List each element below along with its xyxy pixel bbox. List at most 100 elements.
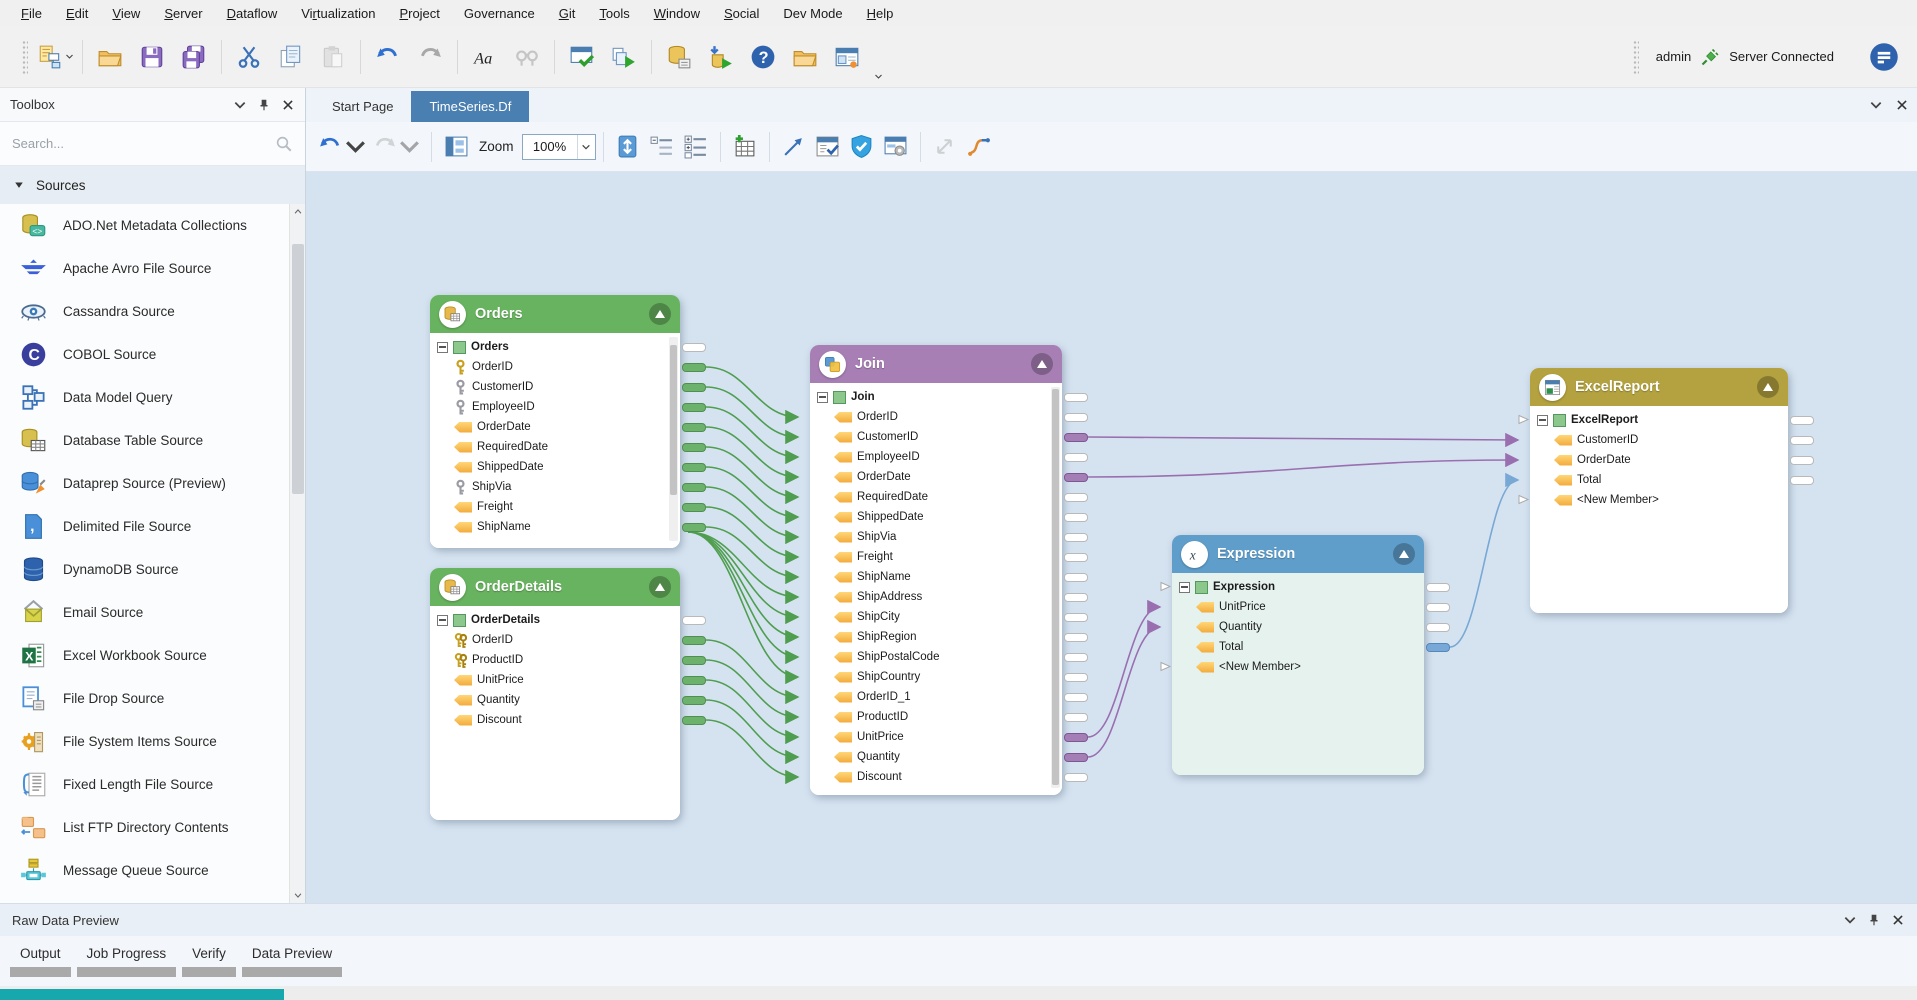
field-requireddate[interactable]: RequiredDate (437, 437, 680, 457)
toolbox-item-ado-net-metadata-collections[interactable]: <>ADO.Net Metadata Collections (0, 204, 289, 247)
new-dataflow-button[interactable] (35, 37, 75, 77)
output-port[interactable] (1064, 693, 1088, 702)
field-customerid[interactable]: CustomerID (817, 427, 1062, 447)
profile-button[interactable] (879, 128, 913, 166)
pin-icon[interactable] (1867, 913, 1881, 927)
pin-icon[interactable] (257, 98, 271, 112)
toolbox-item-data-model-query[interactable]: Data Model Query (0, 376, 289, 419)
scroll-down-icon[interactable] (293, 890, 303, 900)
node-orders[interactable]: OrdersOrdersOrderIDCustomerIDEmployeeIDO… (430, 295, 680, 548)
collapse-tree-icon[interactable] (817, 392, 828, 403)
output-port[interactable] (682, 483, 706, 492)
field-new-member[interactable]: <New Member> (1537, 490, 1788, 510)
chevron-down-icon[interactable] (233, 98, 247, 112)
output-port[interactable] (1064, 753, 1088, 762)
tab-timeseries-df[interactable]: TimeSeries.Df (411, 91, 529, 122)
link-tool-button[interactable] (777, 128, 811, 166)
field-total[interactable]: Total (1179, 637, 1424, 657)
chevron-down-icon[interactable] (1869, 98, 1883, 112)
menu-item-project[interactable]: Project (388, 3, 450, 24)
field-productid[interactable]: ProductID (817, 707, 1062, 727)
toolbox-item-message-queue-source[interactable]: Message Queue Source (0, 849, 289, 892)
node-scrollbar[interactable] (1051, 387, 1060, 788)
toolbar-overflow-button[interactable] (869, 67, 887, 85)
export-window-button[interactable] (827, 37, 867, 77)
toolbar-grip[interactable] (22, 40, 28, 74)
menu-item-dataflow[interactable]: Dataflow (216, 3, 289, 24)
field-employeeid[interactable]: EmployeeID (817, 447, 1062, 467)
toolbox-section-sources[interactable]: Sources (0, 166, 305, 204)
copy-button[interactable] (271, 37, 311, 77)
toolbox-item-file-drop-source[interactable]: File Drop Source (0, 677, 289, 720)
run-preview-button[interactable] (562, 37, 602, 77)
field-shippostalcode[interactable]: ShipPostalCode (817, 647, 1062, 667)
node-root-row[interactable]: Join (817, 387, 1062, 407)
schedule-button[interactable] (811, 128, 845, 166)
toolbox-item-file-system-items-source[interactable]: File System Items Source (0, 720, 289, 763)
output-port[interactable] (1064, 613, 1088, 622)
canvas-undo-button[interactable] (316, 128, 370, 166)
menu-item-social[interactable]: Social (713, 3, 770, 24)
output-port[interactable] (682, 636, 706, 645)
node-header[interactable]: Orders (430, 295, 680, 333)
field-shipcountry[interactable]: ShipCountry (817, 667, 1062, 687)
output-port[interactable] (1426, 623, 1450, 632)
output-port[interactable] (1790, 456, 1814, 465)
connection-join-quantity-to-expression-quantity[interactable] (1088, 627, 1160, 757)
output-port[interactable] (1064, 493, 1088, 502)
toolbox-scrollbar[interactable] (289, 204, 305, 903)
output-port[interactable] (682, 523, 706, 532)
field-new-member[interactable]: <New Member> (1179, 657, 1424, 677)
scrollbar-thumb[interactable] (292, 244, 304, 494)
node-root-row[interactable]: Expression (1179, 577, 1424, 597)
field-requireddate[interactable]: RequiredDate (817, 487, 1062, 507)
collapse-all-button[interactable] (645, 128, 679, 166)
scroll-up-icon[interactable] (293, 207, 303, 217)
menu-item-edit[interactable]: Edit (55, 3, 99, 24)
menu-item-governance[interactable]: Governance (453, 3, 546, 24)
output-port[interactable] (1426, 603, 1450, 612)
output-port[interactable] (682, 616, 706, 625)
output-port[interactable] (682, 343, 706, 352)
collapse-node-button[interactable] (1031, 353, 1053, 375)
bottom-tab-data-preview[interactable]: Data Preview (242, 942, 342, 977)
output-port[interactable] (1064, 473, 1088, 482)
output-port[interactable] (682, 443, 706, 452)
field-orderdate[interactable]: OrderDate (817, 467, 1062, 487)
menu-item-tools[interactable]: Tools (588, 3, 640, 24)
collapse-node-button[interactable] (649, 303, 671, 325)
toolbar-grip[interactable] (1633, 40, 1639, 74)
field-orderdate[interactable]: OrderDate (1537, 450, 1788, 470)
toolbox-item-apache-avro-file-source[interactable]: Apache Avro File Source (0, 247, 289, 290)
database-export-button[interactable] (659, 37, 699, 77)
output-port[interactable] (1064, 633, 1088, 642)
open-recent-button[interactable] (785, 37, 825, 77)
output-port[interactable] (1426, 583, 1450, 592)
undo-button[interactable] (368, 37, 408, 77)
field-quantity[interactable]: Quantity (817, 747, 1062, 767)
run-copy-button[interactable] (604, 37, 644, 77)
connection-join-unitprice-to-expression-unitprice[interactable] (1088, 607, 1160, 737)
node-root-row[interactable]: OrderDetails (437, 610, 680, 630)
node-header[interactable]: xExpression (1172, 535, 1424, 573)
field-total[interactable]: Total (1537, 470, 1788, 490)
close-icon[interactable] (1895, 98, 1909, 112)
validate-button[interactable] (845, 128, 879, 166)
font-button[interactable]: Aa (465, 37, 505, 77)
output-port[interactable] (1064, 433, 1088, 442)
field-discount[interactable]: Discount (817, 767, 1062, 787)
output-port[interactable] (682, 676, 706, 685)
output-port[interactable] (1064, 773, 1088, 782)
open-button[interactable] (90, 37, 130, 77)
node-orderdetails[interactable]: OrderDetailsOrderDetailsOrderIDProductID… (430, 568, 680, 820)
output-port[interactable] (1064, 713, 1088, 722)
field-unitprice[interactable]: UnitPrice (437, 670, 680, 690)
output-port[interactable] (682, 716, 706, 725)
menu-item-dev-mode[interactable]: Dev Mode (772, 3, 853, 24)
output-port[interactable] (682, 656, 706, 665)
search-input[interactable] (12, 136, 275, 151)
output-port[interactable] (682, 383, 706, 392)
tab-start-page[interactable]: Start Page (314, 91, 411, 122)
toolbox-item-list-ftp-directory-contents[interactable]: List FTP Directory Contents (0, 806, 289, 849)
menu-item-file[interactable]: File (10, 3, 53, 24)
